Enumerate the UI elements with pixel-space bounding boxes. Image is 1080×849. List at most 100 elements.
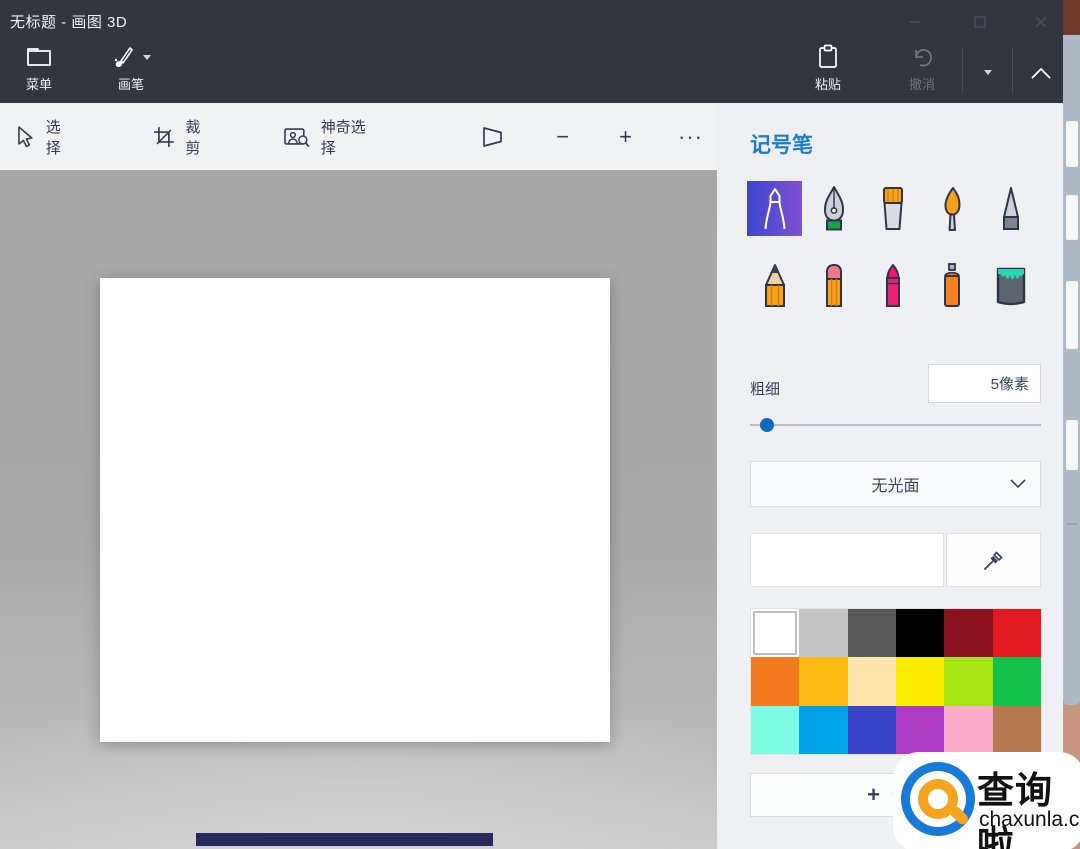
- crop-label: 裁剪: [185, 116, 215, 158]
- brush-spray-can[interactable]: [925, 258, 980, 313]
- more-options-button[interactable]: ···: [664, 103, 717, 170]
- brush-tool-label: 画笔: [118, 74, 144, 93]
- plus-icon: +: [619, 126, 632, 148]
- palette-swatch[interactable]: [896, 609, 944, 657]
- palette-swatch[interactable]: [751, 657, 799, 705]
- palette-swatch[interactable]: [896, 706, 944, 754]
- finish-selected-value: 无光面: [871, 472, 919, 496]
- window-title: 无标题 - 画图 3D: [10, 11, 127, 32]
- maximize-button[interactable]: [957, 8, 1003, 36]
- undo-label: 撤消: [909, 74, 935, 93]
- paintbrush-icon: [110, 44, 136, 70]
- select-label: 选择: [46, 116, 76, 158]
- title-bar: 无标题 - 画图 3D 菜单 画笔 粘贴: [0, 0, 1063, 103]
- select-tool[interactable]: 选择: [0, 103, 90, 170]
- panel-title: 记号笔: [750, 129, 813, 159]
- cursor-icon: [14, 125, 36, 149]
- palette-swatch[interactable]: [848, 657, 896, 705]
- plus-icon: +: [867, 782, 880, 808]
- background-fragment: [1066, 121, 1078, 167]
- palette-swatch[interactable]: [993, 706, 1041, 754]
- brush-tool-button[interactable]: 画笔: [102, 44, 160, 98]
- folder-icon: [25, 44, 53, 70]
- slider-thumb[interactable]: [760, 418, 774, 432]
- drawing-canvas[interactable]: [100, 278, 610, 742]
- chevron-down-icon: [1010, 479, 1026, 489]
- current-color-swatch[interactable]: [750, 533, 944, 587]
- color-palette: [750, 608, 1042, 755]
- paste-button[interactable]: 粘贴: [799, 44, 857, 98]
- chevron-down-icon: [983, 69, 993, 76]
- palette-swatch[interactable]: [993, 657, 1041, 705]
- slider-track[interactable]: [750, 424, 1041, 426]
- palette-swatch[interactable]: [751, 706, 799, 754]
- calligraphy-pen-icon: [814, 185, 854, 233]
- pixel-pen-icon: [991, 185, 1031, 233]
- brush-watercolor[interactable]: [925, 181, 980, 236]
- palette-swatch[interactable]: [799, 706, 847, 754]
- watermark-domain: chaxunla.com: [979, 808, 1080, 832]
- perspective-view-button[interactable]: [464, 103, 520, 170]
- fill-bucket-icon: [989, 262, 1033, 310]
- zoom-out-button[interactable]: −: [542, 103, 583, 170]
- brush-fill-bucket[interactable]: [984, 258, 1039, 313]
- ellipsis-icon: ···: [678, 126, 703, 148]
- brush-marker[interactable]: [747, 181, 802, 236]
- undo-icon: [909, 44, 935, 70]
- menu-button[interactable]: 菜单: [10, 44, 68, 98]
- brush-oil-brush[interactable]: [865, 181, 920, 236]
- palette-swatch[interactable]: [944, 657, 992, 705]
- workspace[interactable]: [0, 170, 717, 849]
- watercolor-brush-icon: [932, 185, 972, 233]
- close-icon: [1034, 15, 1048, 29]
- background-fragment: [1066, 420, 1078, 470]
- thickness-input[interactable]: 5像素: [928, 364, 1041, 403]
- brush-pencil[interactable]: [747, 258, 802, 313]
- ribbon-separator: [1012, 48, 1013, 94]
- background-window-fragment: [1063, 0, 1080, 35]
- palette-swatch[interactable]: [751, 609, 799, 657]
- palette-swatch[interactable]: [799, 657, 847, 705]
- trapezoid-view-icon: [478, 124, 506, 150]
- crop-tool[interactable]: 裁剪: [138, 103, 230, 170]
- palette-swatch[interactable]: [799, 609, 847, 657]
- background-fragment: [1066, 195, 1078, 240]
- horizontal-scrollbar[interactable]: [196, 833, 493, 846]
- eyedropper-icon: [981, 547, 1007, 573]
- pencil-icon: [755, 262, 795, 310]
- history-dropdown-button[interactable]: [976, 60, 1000, 84]
- watermark: 查询啦 chaxunla.com: [893, 752, 1080, 849]
- watermark-brand: 查询啦: [977, 760, 1080, 849]
- palette-swatch[interactable]: [944, 609, 992, 657]
- finish-dropdown[interactable]: 无光面: [750, 461, 1041, 507]
- background-fragment: [1066, 281, 1078, 349]
- minus-icon: −: [556, 126, 569, 148]
- crop-icon: [152, 125, 176, 149]
- palette-swatch[interactable]: [944, 706, 992, 754]
- background-scrollbar-strip: [1063, 35, 1080, 705]
- close-button[interactable]: [1018, 8, 1064, 36]
- thickness-slider[interactable]: [750, 417, 1041, 433]
- magic-select-tool[interactable]: 神奇选择: [269, 103, 394, 170]
- brush-calligraphy-pen[interactable]: [806, 181, 861, 236]
- collapse-ribbon-button[interactable]: [1026, 58, 1056, 88]
- zoom-in-button[interactable]: +: [605, 103, 646, 170]
- brush-pixel-pen[interactable]: [984, 181, 1039, 236]
- chevron-up-icon: [1030, 67, 1052, 80]
- brush-eraser[interactable]: [806, 258, 861, 313]
- eraser-icon: [814, 262, 854, 310]
- minimize-button[interactable]: [892, 8, 938, 36]
- paste-label: 粘贴: [815, 74, 841, 93]
- palette-swatch[interactable]: [848, 609, 896, 657]
- brush-crayon[interactable]: [865, 258, 920, 313]
- palette-swatch[interactable]: [993, 609, 1041, 657]
- oil-brush-icon: [873, 185, 913, 233]
- palette-swatch[interactable]: [896, 657, 944, 705]
- eyedropper-button[interactable]: [946, 533, 1041, 587]
- background-fragment: [1066, 523, 1078, 525]
- magic-select-icon: [283, 125, 311, 149]
- thickness-value: 5像素: [991, 373, 1029, 394]
- palette-swatch[interactable]: [848, 706, 896, 754]
- clipboard-icon: [815, 44, 841, 70]
- undo-button[interactable]: 撤消: [893, 44, 951, 98]
